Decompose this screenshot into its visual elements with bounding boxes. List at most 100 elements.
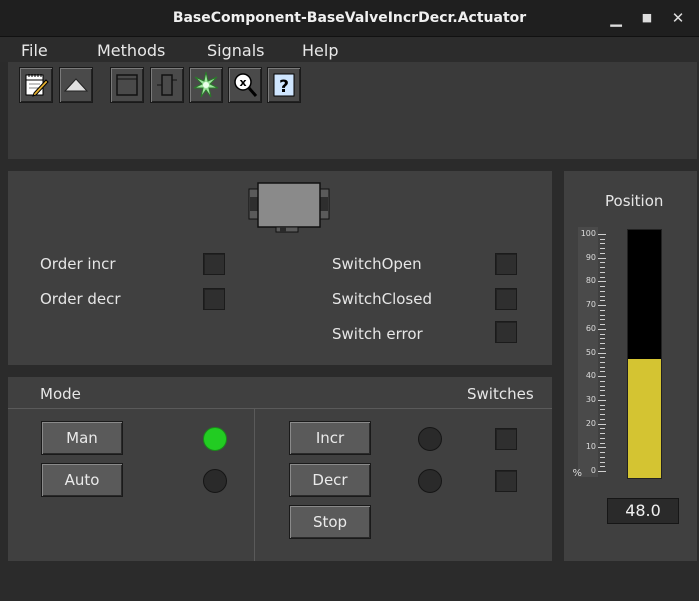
scale-tick [598,447,606,449]
position-bar-fill [628,358,661,478]
scale-tick [600,324,605,326]
switches-title: Switches [467,385,534,403]
scale-tick [600,456,605,458]
help-icon: ? [273,73,295,97]
auto-button[interactable]: Auto [41,463,123,497]
scale-tick [600,385,605,387]
maximize-button[interactable]: ■ [635,6,659,30]
scale-tick [600,433,605,435]
scale-tick [600,452,605,454]
scale-label: 30 [585,394,596,404]
scale-tick [598,281,606,283]
window-icon [116,74,138,96]
title-bar: BaseComponent-BaseValveIncrDecr.Actuator… [0,0,699,37]
scale-tick [598,376,606,378]
notepad-pen-icon [25,74,49,97]
scale-tick [600,366,605,368]
scale-tick [600,338,605,340]
decr-button[interactable]: Decr [289,463,371,497]
scale-tick [600,466,605,468]
scale-tick [598,234,606,235]
status-panel: Order incr Order decr SwitchOpen SwitchC… [8,171,552,365]
position-panel: Position 100 90 80 70 60 50 40 30 20 10 0% 48.0 [564,171,697,561]
scale-label: 40 [585,371,596,381]
scale-tick [600,243,605,245]
scale-tick [600,300,605,302]
help-glyph: ? [279,77,289,97]
scale-tick [600,262,605,264]
switch-closed-label: SwitchClosed [332,290,432,308]
scale-tick [600,238,605,240]
up-button[interactable] [59,67,93,103]
auto-led [203,469,227,493]
menu-signals[interactable]: Signals [207,41,264,60]
switch-error-label: Switch error [332,325,423,343]
crossref-star-icon [193,71,219,98]
switch-error-indicator [495,321,517,343]
scale-tick [600,437,605,439]
order-incr-indicator [203,253,225,275]
mode-panel: Mode Switches Man Auto Incr Decr Stop [8,377,552,561]
man-led [203,427,227,451]
minimize-button[interactable]: ▁ [604,6,628,30]
menu-help[interactable]: Help [302,41,338,60]
scale-tick [598,423,606,425]
scale-tick [598,305,606,307]
menu-file[interactable]: File [21,41,48,60]
menu-bar: File Methods Signals Help [0,37,699,62]
scale-tick [600,295,605,297]
position-bar-track [627,229,662,479]
toolbar: x ? [8,62,697,159]
crossref-button[interactable] [189,67,223,103]
order-incr-label: Order incr [40,255,116,273]
scale-tick [600,390,605,392]
close-button[interactable]: ✕ [666,6,690,30]
scale-label: 80 [585,276,596,286]
scale-tick [598,471,606,472]
scale-tick [600,286,605,288]
scale-tick [600,267,605,269]
scale-tick [600,343,605,345]
scale-label: 10 [585,442,596,452]
scale-tick [600,314,605,316]
zoom-button[interactable]: x [228,67,262,103]
scale-label: 60 [585,323,596,333]
graph-button[interactable] [110,67,144,103]
incr-button[interactable]: Incr [289,421,371,455]
scale-tick [600,252,605,254]
scale-unit: % [572,468,582,479]
stop-button[interactable]: Stop [289,505,371,539]
scale-tick [600,461,605,463]
scale-tick [600,333,605,335]
scale-tick [600,319,605,321]
menu-methods[interactable]: Methods [97,41,165,60]
man-button[interactable]: Man [41,421,123,455]
decr-led [418,469,442,493]
mode-divider [8,408,552,409]
scale-tick [598,328,606,330]
scale-tick [600,418,605,420]
notepad-button[interactable] [19,67,53,103]
scale-tick [600,371,605,373]
switch-open-indicator [495,253,517,275]
scale-tick [600,409,605,411]
scale-tick [600,428,605,430]
mode-vertical-divider [254,408,255,561]
order-decr-indicator [203,288,225,310]
triangle-up-icon [63,78,89,92]
scale-tick [598,352,606,354]
incr-led [418,427,442,451]
scale-tick [600,276,605,278]
scale-tick [600,290,605,292]
object-button[interactable] [150,67,184,103]
scale-label: 90 [585,252,596,262]
switch-closed-indicator [495,288,517,310]
scale-tick [600,414,605,416]
order-decr-label: Order decr [40,290,121,308]
help-button[interactable]: ? [267,67,301,103]
component-icon [157,74,177,96]
svg-text:x: x [239,76,246,89]
scale-tick [600,361,605,363]
scale-label: 50 [585,347,596,357]
position-title: Position [605,192,664,210]
